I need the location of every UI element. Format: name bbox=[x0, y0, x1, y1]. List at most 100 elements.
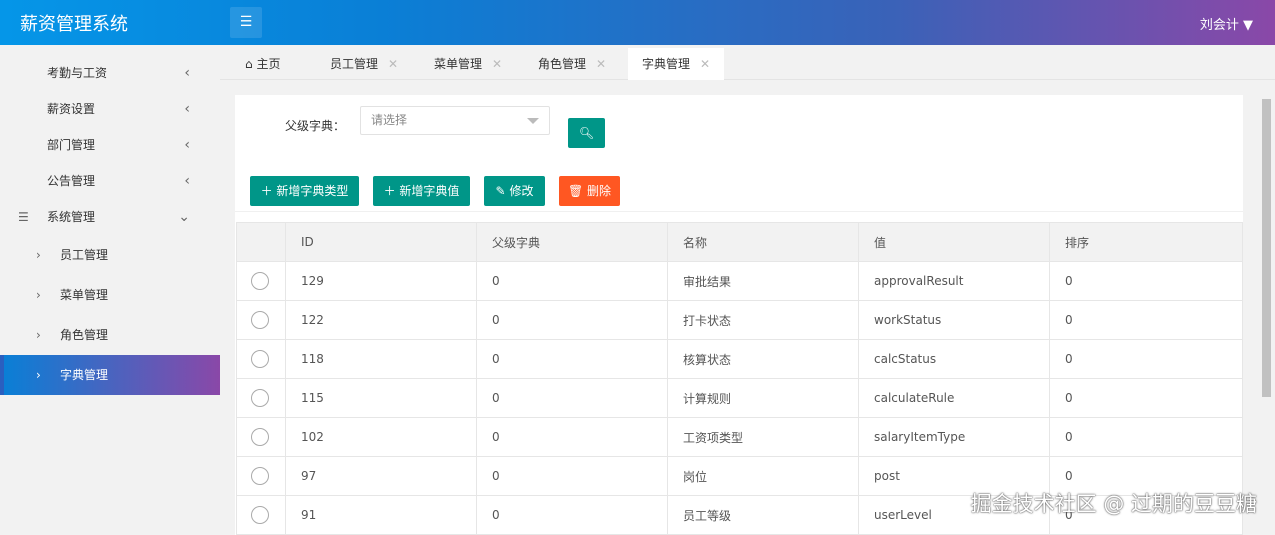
table-row[interactable]: 129 0 审批结果 approvalResult 0 bbox=[236, 261, 1243, 301]
table-cell: 0 bbox=[1049, 417, 1243, 457]
table-cell: approvalResult bbox=[858, 261, 1050, 301]
row-radio[interactable] bbox=[251, 467, 269, 485]
scrollbar-thumb[interactable] bbox=[1262, 99, 1271, 397]
row-select-cell bbox=[236, 456, 286, 496]
table-cell: 员工等级 bbox=[667, 495, 859, 535]
tab-home[interactable]: ⌂ 主页 bbox=[245, 48, 280, 80]
table-cell: 129 bbox=[285, 261, 477, 301]
chevron-down-icon: ⌄ bbox=[178, 209, 190, 225]
list-icon: ☰ bbox=[18, 210, 29, 224]
table-cell: 0 bbox=[1049, 378, 1243, 418]
delete-button[interactable]: 🗑︎ 删除 bbox=[559, 176, 620, 206]
content-panel: 父级字典： 请选择 🔍︎ ＋ 新增字典类型 ＋ 新增字典值 ✎ 修改 🗑︎ 删除… bbox=[235, 95, 1243, 535]
table-cell: 118 bbox=[285, 339, 477, 379]
column-header-value[interactable]: 值 bbox=[858, 222, 1050, 262]
table-cell: 0 bbox=[476, 339, 668, 379]
column-header-parent[interactable]: 父级字典 bbox=[476, 222, 668, 262]
row-radio[interactable] bbox=[251, 350, 269, 368]
table-row[interactable]: 115 0 计算规则 calculateRule 0 bbox=[236, 378, 1243, 418]
column-header-id[interactable]: ID bbox=[285, 222, 477, 262]
chevron-right-icon: › bbox=[36, 288, 41, 302]
table-cell: 0 bbox=[1049, 339, 1243, 379]
close-icon[interactable]: ✕ bbox=[388, 57, 398, 71]
chevron-left-icon: ‹ bbox=[184, 65, 190, 81]
edit-button[interactable]: ✎ 修改 bbox=[484, 176, 545, 206]
search-button[interactable]: 🔍︎ bbox=[568, 118, 605, 148]
app-title: 薪资管理系统 bbox=[20, 14, 128, 35]
sidebar-item-label: 角色管理 bbox=[60, 328, 109, 342]
button-label: 修改 bbox=[509, 184, 534, 198]
table-cell: 102 bbox=[285, 417, 477, 457]
row-select-cell bbox=[236, 300, 286, 340]
row-radio[interactable] bbox=[251, 272, 269, 290]
row-radio[interactable] bbox=[251, 428, 269, 446]
user-menu[interactable]: 刘会计 ▼ bbox=[1200, 14, 1253, 33]
tab-roles[interactable]: 角色管理 ✕ bbox=[538, 48, 606, 80]
sidebar-subitem-menus[interactable]: › 菜单管理 bbox=[0, 275, 220, 315]
table-cell: 工资项类型 bbox=[667, 417, 859, 457]
sidebar-item-attendance[interactable]: 考勤与工资 ‹ bbox=[0, 53, 220, 93]
close-icon[interactable]: ✕ bbox=[596, 57, 606, 71]
sidebar-item-salary-settings[interactable]: 薪资设置 ‹ bbox=[0, 89, 220, 129]
table-cell: 0 bbox=[476, 417, 668, 457]
sidebar-item-notices[interactable]: 公告管理 ‹ bbox=[0, 161, 220, 201]
top-header: 薪资管理系统 ☰ 刘会计 ▼ bbox=[0, 0, 1275, 45]
row-radio[interactable] bbox=[251, 389, 269, 407]
add-dict-type-button[interactable]: ＋ 新增字典类型 bbox=[250, 176, 359, 206]
row-radio[interactable] bbox=[251, 311, 269, 329]
sidebar-subitem-roles[interactable]: › 角色管理 bbox=[0, 315, 220, 355]
sidebar-item-system[interactable]: ☰ 系统管理 ⌄ bbox=[0, 197, 220, 237]
button-label: 删除 bbox=[587, 184, 612, 198]
parent-dict-label: 父级字典： bbox=[285, 119, 346, 133]
tab-label: 菜单管理 bbox=[434, 57, 483, 71]
table-cell: 0 bbox=[1049, 300, 1243, 340]
sidebar-item-label: 公告管理 bbox=[47, 174, 96, 188]
home-icon: ⌂ bbox=[245, 57, 253, 71]
menu-toggle-button[interactable]: ☰ bbox=[230, 7, 262, 38]
table-row[interactable]: 102 0 工资项类型 salaryItemType 0 bbox=[236, 417, 1243, 457]
parent-dict-select[interactable]: 请选择 bbox=[360, 106, 550, 135]
select-placeholder: 请选择 bbox=[371, 113, 408, 127]
table-cell: 0 bbox=[476, 300, 668, 340]
table-cell: 0 bbox=[476, 261, 668, 301]
chevron-left-icon: ‹ bbox=[184, 137, 190, 153]
sidebar: 考勤与工资 ‹ 薪资设置 ‹ 部门管理 ‹ 公告管理 ‹ ☰ 系统管理 ⌄ › 员工管理 › 菜… bbox=[0, 45, 220, 533]
table-cell: 核算状态 bbox=[667, 339, 859, 379]
sidebar-item-label: 菜单管理 bbox=[60, 288, 109, 302]
table-cell: 122 bbox=[285, 300, 477, 340]
table-row[interactable]: 122 0 打卡状态 workStatus 0 bbox=[236, 300, 1243, 340]
table-row[interactable]: 118 0 核算状态 calcStatus 0 bbox=[236, 339, 1243, 379]
trash-icon: 🗑︎ bbox=[567, 184, 584, 198]
table-cell: salaryItemType bbox=[858, 417, 1050, 457]
tab-menus[interactable]: 菜单管理 ✕ bbox=[434, 48, 502, 80]
watermark: 掘金技术社区 @ 过期的豆豆糖 bbox=[970, 492, 1257, 516]
sidebar-subitem-employees[interactable]: › 员工管理 bbox=[0, 235, 220, 275]
row-radio[interactable] bbox=[251, 506, 269, 524]
table-cell: 115 bbox=[285, 378, 477, 418]
table-cell: 计算规则 bbox=[667, 378, 859, 418]
vertical-scrollbar[interactable] bbox=[1260, 97, 1273, 533]
sidebar-subitem-dictionary[interactable]: › 字典管理 bbox=[0, 355, 220, 395]
user-name: 刘会计 bbox=[1199, 18, 1239, 33]
tab-bar: ⌂ 主页 员工管理 ✕ 菜单管理 ✕ 角色管理 ✕ 字典管理 ✕ bbox=[220, 45, 1275, 80]
table-cell: 审批结果 bbox=[667, 261, 859, 301]
column-header-sort[interactable]: 排序 bbox=[1049, 222, 1243, 262]
table-cell: 91 bbox=[285, 495, 477, 535]
close-icon[interactable]: ✕ bbox=[492, 57, 502, 71]
divider bbox=[235, 211, 1243, 212]
close-icon[interactable]: ✕ bbox=[700, 57, 710, 71]
tab-employees[interactable]: 员工管理 ✕ bbox=[330, 48, 398, 80]
sidebar-item-label: 系统管理 bbox=[47, 210, 96, 224]
tab-dictionary[interactable]: 字典管理 ✕ bbox=[628, 48, 725, 80]
table-header-row: ID 父级字典 名称 值 排序 bbox=[236, 222, 1243, 262]
column-header-name[interactable]: 名称 bbox=[667, 222, 859, 262]
chevron-right-icon: › bbox=[36, 328, 41, 342]
sidebar-item-label: 考勤与工资 bbox=[47, 66, 108, 80]
table-cell: 0 bbox=[476, 378, 668, 418]
add-dict-value-button[interactable]: ＋ 新增字典值 bbox=[373, 176, 470, 206]
row-select-cell bbox=[236, 417, 286, 457]
row-select-cell bbox=[236, 261, 286, 301]
button-label: 新增字典类型 bbox=[276, 184, 349, 198]
sidebar-item-departments[interactable]: 部门管理 ‹ bbox=[0, 125, 220, 165]
table-cell: 岗位 bbox=[667, 456, 859, 496]
